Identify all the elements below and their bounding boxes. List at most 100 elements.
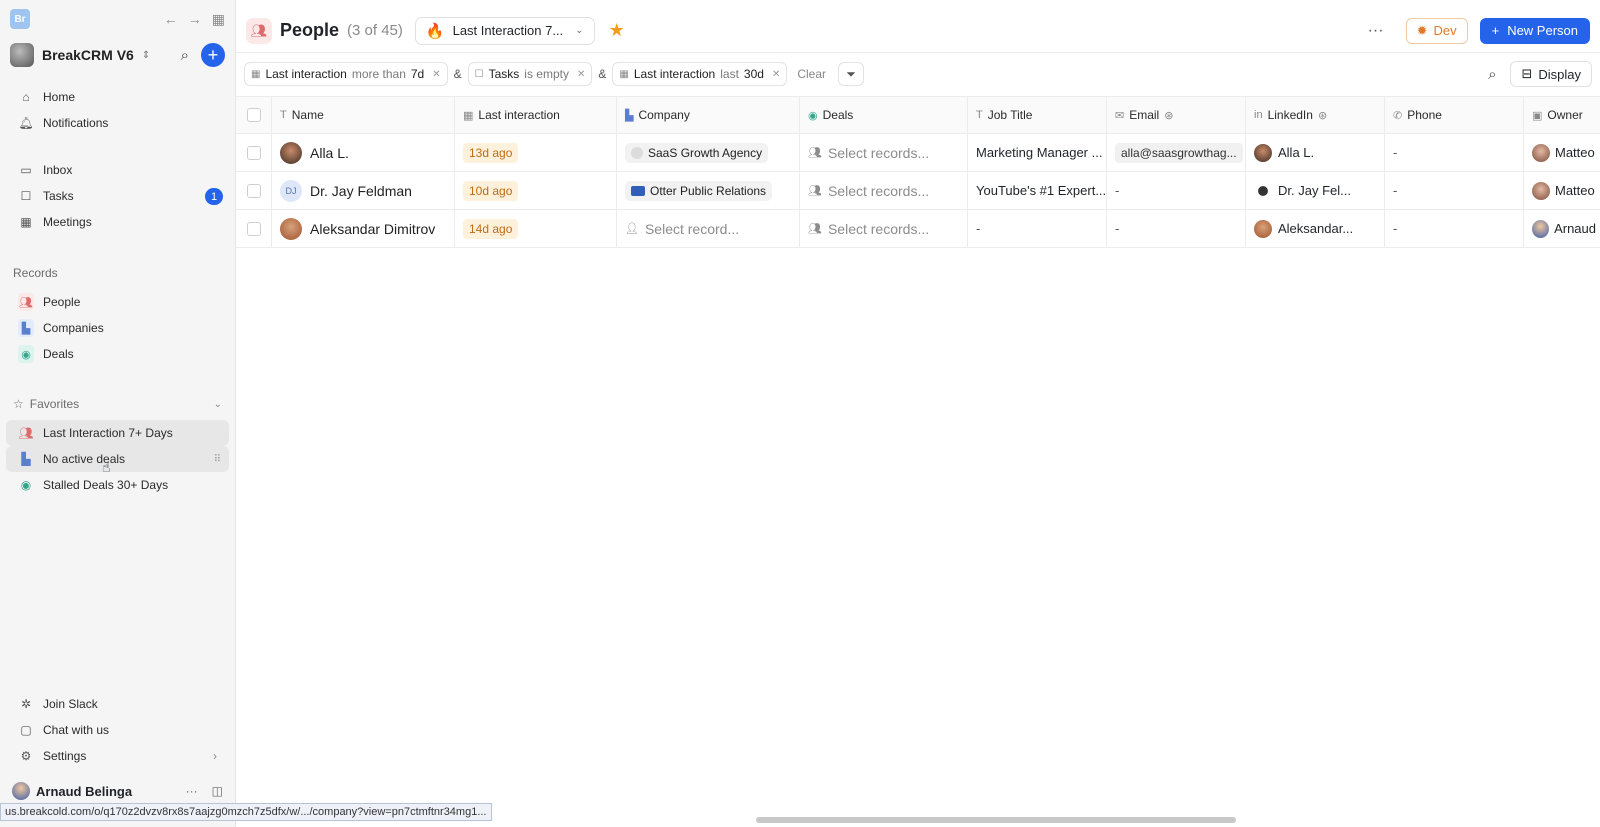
- create-button[interactable]: +: [201, 43, 225, 67]
- name-cell[interactable]: Aleksandar Dimitrov: [272, 210, 455, 247]
- favorite-star-icon[interactable]: ★: [609, 20, 625, 41]
- column-label: Email: [1129, 108, 1160, 122]
- linkedin-name[interactable]: Alla L.: [1278, 145, 1314, 160]
- company-cell[interactable]: SaaS Growth Agency: [617, 134, 800, 171]
- person-icon: 👤︎: [625, 223, 639, 235]
- dev-button[interactable]: ✹ Dev: [1405, 17, 1468, 44]
- row-checkbox[interactable]: [246, 183, 261, 198]
- linkedin-cell[interactable]: Aleksandar...: [1246, 210, 1385, 247]
- sidebar-item-chat[interactable]: ▢ Chat with us: [6, 717, 229, 743]
- table-row[interactable]: DJ Dr. Jay Feldman 10d ago Otter Public R…: [236, 172, 1600, 210]
- filter-chip-last-interaction-7d[interactable]: ▦ Last interaction more than 7d ✕: [244, 62, 448, 86]
- company-pill[interactable]: SaaS Growth Agency: [625, 142, 769, 163]
- column-header-linkedin[interactable]: in LinkedIn ⊛: [1246, 97, 1385, 133]
- sidebar-item-tasks[interactable]: ☐ Tasks 1: [6, 183, 229, 209]
- job-title: Marketing Manager ...: [976, 145, 1103, 160]
- column-header-phone[interactable]: ✆ Phone: [1385, 97, 1524, 133]
- clear-filters-button[interactable]: Clear: [797, 67, 826, 81]
- row-checkbox[interactable]: [246, 221, 261, 236]
- sidebar-item-deals[interactable]: ◉ Deals: [6, 341, 229, 367]
- sidebar-toggle-icon[interactable]: ◫: [212, 784, 223, 798]
- company-cell[interactable]: Otter Public Relations: [617, 172, 800, 209]
- email-cell[interactable]: -: [1107, 210, 1246, 247]
- job-title-cell[interactable]: Marketing Manager ...: [968, 134, 1107, 171]
- company-pill[interactable]: Otter Public Relations: [625, 180, 773, 201]
- user-profile[interactable]: Arnaud Belinga ··· ◫: [0, 777, 235, 805]
- favorite-item-no-active-deals[interactable]: ▙ No active deals ⠿: [6, 446, 229, 472]
- job-title-cell[interactable]: -: [968, 210, 1107, 247]
- sidebar-item-people[interactable]: 👥︎ People: [6, 289, 229, 315]
- sidebar-item-join-slack[interactable]: ✲ Join Slack: [6, 691, 229, 717]
- search-icon[interactable]: ⌕: [181, 47, 189, 64]
- close-icon[interactable]: ✕: [772, 69, 780, 80]
- close-icon[interactable]: ✕: [577, 69, 585, 80]
- column-header-name[interactable]: T Name: [272, 97, 455, 133]
- phone-icon: ✆: [1393, 109, 1403, 122]
- more-options-icon[interactable]: ···: [1358, 22, 1394, 40]
- last-interaction-cell[interactable]: 10d ago: [455, 172, 617, 209]
- favorite-item-stalled-deals[interactable]: ◉ Stalled Deals 30+ Days: [6, 472, 229, 498]
- column-header-email[interactable]: ✉ Email ⊛: [1107, 97, 1246, 133]
- column-header-company[interactable]: ▙ Company: [617, 97, 800, 133]
- phone-cell[interactable]: -: [1385, 172, 1524, 209]
- company-name: Otter Public Relations: [650, 183, 767, 198]
- table-row[interactable]: Alla L. 13d ago SaaS Growth Agency 👥︎ Sel…: [236, 134, 1600, 172]
- row-checkbox[interactable]: [246, 145, 261, 160]
- filter-chip-tasks-empty[interactable]: ☐ Tasks is empty ✕: [467, 62, 593, 86]
- last-interaction-cell[interactable]: 13d ago: [455, 134, 617, 171]
- company-cell[interactable]: 👤︎ Select record...: [617, 210, 800, 247]
- select-all-cell: [236, 97, 272, 133]
- filter-chip-last-interaction-30d[interactable]: ▦ Last interaction last 30d ✕: [612, 62, 788, 86]
- linkedin-name[interactable]: Dr. Jay Fel...: [1278, 183, 1351, 198]
- deals-cell[interactable]: 👥︎ Select records...: [800, 172, 968, 209]
- favorite-item-last-interaction[interactable]: 👥︎ Last Interaction 7+ Days: [6, 420, 229, 446]
- select-all-checkbox[interactable]: [246, 108, 261, 122]
- sidebar-item-meetings[interactable]: ▦ Meetings: [6, 209, 229, 235]
- search-icon[interactable]: ⌕: [1488, 66, 1496, 83]
- column-header-last-interaction[interactable]: ▦ Last interaction: [455, 97, 617, 133]
- last-interaction-badge: 10d ago: [463, 180, 519, 201]
- last-interaction-cell[interactable]: 14d ago: [455, 210, 617, 247]
- new-person-button[interactable]: + New Person: [1479, 17, 1590, 44]
- more-icon[interactable]: ···: [186, 784, 198, 798]
- sidebar-item-home[interactable]: ⌂ Home: [6, 84, 229, 110]
- email-cell[interactable]: -: [1107, 172, 1246, 209]
- sidebar-item-settings[interactable]: ⚙ Settings ›: [6, 743, 229, 769]
- calendar-view-icon[interactable]: ▦: [212, 11, 225, 28]
- sidebar-item-notifications[interactable]: 🔔︎ Notifications: [6, 110, 229, 136]
- display-button[interactable]: ⊟ Display: [1510, 61, 1592, 87]
- fire-icon: 🔥: [425, 22, 445, 40]
- table-row[interactable]: Aleksandar Dimitrov 14d ago 👤︎ Select rec…: [236, 210, 1600, 248]
- drag-handle-icon[interactable]: ⠿: [214, 454, 221, 465]
- sidebar-item-companies[interactable]: ▙ Companies: [6, 315, 229, 341]
- view-selector[interactable]: 🔥 Last Interaction 7... ⌄: [414, 16, 595, 45]
- phone-cell[interactable]: -: [1385, 210, 1524, 247]
- owner-cell[interactable]: Matteo: [1524, 172, 1600, 209]
- horizontal-scrollbar[interactable]: [756, 817, 1236, 823]
- column-header-job-title[interactable]: T Job Title: [968, 97, 1107, 133]
- back-arrow-icon[interactable]: ←: [164, 11, 178, 27]
- owner-cell[interactable]: Matteo: [1524, 134, 1600, 171]
- deals-cell[interactable]: 👥︎ Select records...: [800, 134, 968, 171]
- phone-cell[interactable]: -: [1385, 134, 1524, 171]
- filter-icon[interactable]: ⏷: [838, 62, 865, 86]
- linkedin-cell[interactable]: Dr. Jay Fel...: [1246, 172, 1385, 209]
- close-icon[interactable]: ✕: [432, 69, 440, 80]
- linkedin-cell[interactable]: Alla L.: [1246, 134, 1385, 171]
- sidebar-item-inbox[interactable]: ▭ Inbox: [6, 157, 229, 183]
- linkedin-name[interactable]: Aleksandar...: [1278, 221, 1353, 236]
- name-cell[interactable]: Alla L.: [272, 134, 455, 171]
- favorites-header[interactable]: ☆ Favorites ⌄: [0, 393, 235, 415]
- email-cell[interactable]: alla@saasgrowthag...: [1107, 134, 1246, 171]
- job-title-cell[interactable]: YouTube's #1 Expert...: [968, 172, 1107, 209]
- app-logo[interactable]: Br: [10, 9, 30, 29]
- name-cell[interactable]: DJ Dr. Jay Feldman: [272, 172, 455, 209]
- owner-cell[interactable]: Arnaud: [1524, 210, 1600, 247]
- column-header-owner[interactable]: ▣ Owner: [1524, 97, 1600, 133]
- forward-arrow-icon[interactable]: →: [188, 11, 202, 27]
- email-value[interactable]: alla@saasgrowthag...: [1115, 142, 1243, 163]
- user-name: Arnaud Belinga: [36, 783, 133, 799]
- deals-cell[interactable]: 👥︎ Select records...: [800, 210, 968, 247]
- column-header-deals[interactable]: ◉ Deals: [800, 97, 968, 133]
- workspace-switcher[interactable]: BreakCRM V6 ⇕ ⌕ +: [0, 38, 235, 72]
